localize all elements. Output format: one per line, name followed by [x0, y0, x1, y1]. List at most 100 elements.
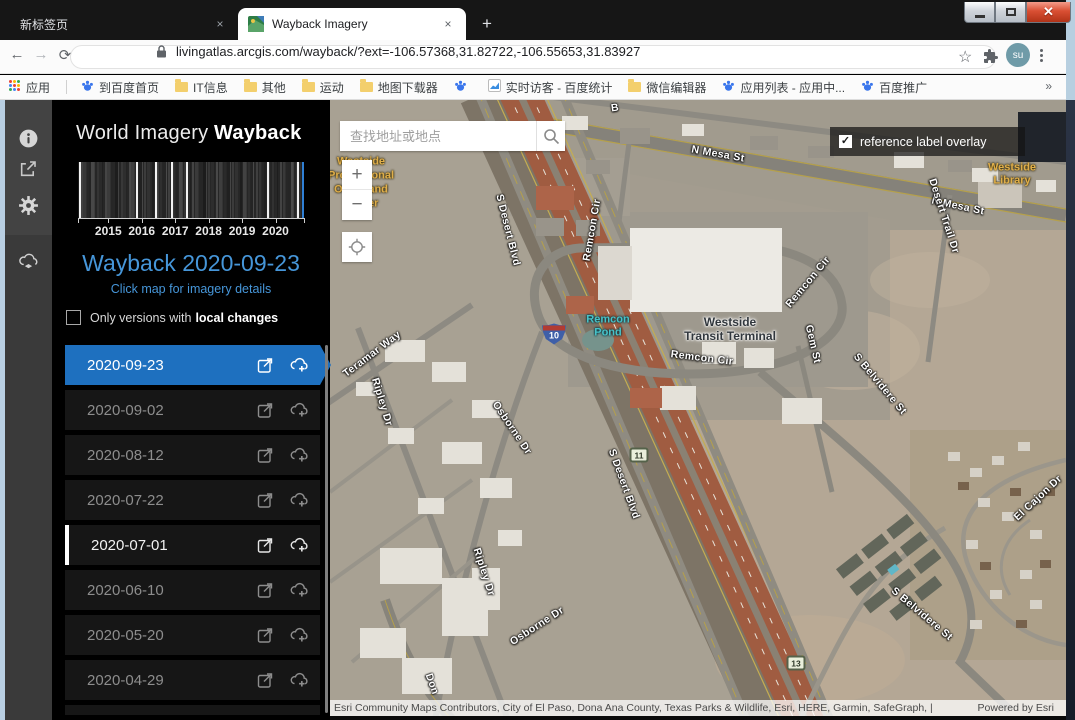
desktop-edge: [0, 100, 5, 720]
version-list-item[interactable]: 2020-06-10: [65, 570, 320, 610]
timeline-version-marker[interactable]: [186, 162, 188, 218]
back-button[interactable]: ←: [6, 46, 28, 63]
street-label: S Belvidere St: [851, 351, 909, 417]
bookmark-item-6[interactable]: 地图下载器: [360, 79, 438, 96]
bookmark-item-9[interactable]: 微信编辑器: [628, 79, 706, 96]
version-date: 2020-07-01: [69, 537, 168, 554]
tab-wayback-imagery[interactable]: Wayback Imagery ×: [238, 8, 466, 40]
profile-avatar[interactable]: su: [1006, 43, 1030, 67]
timeline-active-marker[interactable]: [302, 162, 304, 218]
tab-title: Wayback Imagery: [272, 17, 368, 31]
app-title: World Imagery Wayback: [76, 122, 301, 145]
bookmark-item-7[interactable]: [454, 79, 472, 95]
add-to-map-cloud-icon[interactable]: [289, 356, 308, 375]
timeline-version-marker[interactable]: [267, 162, 269, 218]
interstate-shield-icon: 10: [542, 324, 566, 345]
arcgis-online-cloud-icon[interactable]: [18, 252, 39, 273]
bookmark-label: 微信编辑器: [646, 79, 706, 96]
street-label: El Cajon Dr: [1012, 473, 1065, 523]
add-to-map-cloud-icon[interactable]: [289, 671, 308, 690]
bookmark-item-10[interactable]: 应用列表 - 应用中...: [722, 79, 845, 96]
share-icon[interactable]: [18, 158, 39, 179]
zoom-in-button[interactable]: +: [342, 160, 372, 190]
version-list-item[interactable]: 2020-09-02: [65, 390, 320, 430]
map-canvas[interactable]: N Mesa StN Mesa StWestsideLibraryDesert …: [330, 100, 1066, 720]
bookmark-item-1[interactable]: 应用: [8, 79, 50, 96]
new-tab-button[interactable]: +: [474, 11, 500, 37]
filter-checkbox[interactable]: [66, 310, 81, 325]
version-list-item[interactable]: 2020-08-12: [65, 435, 320, 475]
tab-close-icon[interactable]: ×: [212, 16, 228, 32]
timeline-axis: [78, 218, 304, 219]
overlay-checkbox[interactable]: ✓: [839, 135, 852, 148]
state-route-shield-icon: 13: [787, 656, 806, 671]
street-label: S Belvidere St: [889, 585, 955, 643]
map-search-input[interactable]: [340, 121, 536, 151]
bookmark-item-11[interactable]: 百度推广: [861, 79, 927, 96]
version-list-item[interactable]: 2020-09-23: [65, 345, 320, 385]
version-list-item[interactable]: 2020-04-29: [65, 660, 320, 700]
search-icon[interactable]: [536, 121, 565, 151]
browser-menu-icon[interactable]: [1040, 47, 1044, 64]
timeline-version-marker[interactable]: [79, 162, 81, 218]
timeline-version-marker[interactable]: [297, 162, 299, 218]
version-list-item[interactable]: 2020-05-20: [65, 615, 320, 655]
close-button[interactable]: ✕: [1026, 2, 1071, 23]
add-to-map-cloud-icon[interactable]: [289, 626, 308, 645]
open-item-icon[interactable]: [256, 446, 275, 465]
url-text[interactable]: livingatlas.arcgis.com/wayback/?ext=-106…: [176, 45, 640, 59]
extensions-puzzle-icon[interactable]: [982, 49, 998, 65]
add-to-map-cloud-icon[interactable]: [289, 446, 308, 465]
bookmark-star-icon[interactable]: ☆: [958, 47, 972, 67]
version-date: 2020-06-10: [65, 582, 164, 599]
bookmark-item-4[interactable]: 其他: [244, 79, 286, 96]
street-label: Remcon Cir: [783, 254, 833, 310]
add-to-map-cloud-icon[interactable]: [289, 536, 308, 555]
locate-button[interactable]: [342, 232, 372, 262]
bookmark-item-5[interactable]: 运动: [302, 79, 344, 96]
timeline-version-marker[interactable]: [155, 162, 157, 218]
map-search-box[interactable]: [340, 121, 565, 151]
street-label: N Mesa St: [690, 143, 745, 164]
version-list-item[interactable]: 2020-07-22: [65, 480, 320, 520]
imagery-details-hint[interactable]: Click map for imagery details: [52, 282, 330, 296]
add-to-map-cloud-icon[interactable]: [289, 491, 308, 510]
window-controls: ✕: [964, 2, 1071, 24]
reference-label-overlay-toggle[interactable]: ✓ reference label overlay: [830, 127, 1025, 156]
version-timeline[interactable]: [78, 162, 304, 218]
tab-close-icon[interactable]: ×: [440, 16, 456, 32]
zoom-out-button[interactable]: −: [342, 190, 372, 220]
open-item-icon[interactable]: [256, 401, 275, 420]
open-item-icon[interactable]: [256, 671, 275, 690]
close-icon: ✕: [1043, 4, 1054, 20]
tab-title: 新标签页: [20, 16, 68, 33]
bookmark-item-8[interactable]: 实时访客 - 百度统计: [488, 79, 613, 96]
open-item-icon[interactable]: [256, 356, 275, 375]
minimize-icon: [975, 15, 985, 18]
bookmark-item-2[interactable]: 到百度首页: [81, 79, 159, 96]
timeline-version-marker[interactable]: [171, 162, 173, 218]
bookmark-item-3[interactable]: IT信息: [175, 79, 228, 96]
version-list-item[interactable]: [65, 705, 320, 715]
tab-new-tab-page[interactable]: 新标签页 ×: [10, 8, 238, 40]
forward-button[interactable]: →: [30, 46, 52, 63]
sidebar-scrollbar[interactable]: [325, 345, 328, 713]
local-changes-filter[interactable]: Only versions withlocal changes: [66, 310, 278, 325]
chart-icon: [488, 79, 501, 92]
maximize-button[interactable]: [995, 2, 1026, 23]
minimize-button[interactable]: [964, 2, 995, 23]
open-item-icon[interactable]: [256, 581, 275, 600]
version-list: 2020-09-23 2020-09-02 2020-08-12 2020-07…: [65, 345, 320, 715]
add-to-map-cloud-icon[interactable]: [289, 581, 308, 600]
timeline-year-label: 2015: [95, 224, 122, 238]
open-item-icon[interactable]: [256, 491, 275, 510]
add-to-map-cloud-icon[interactable]: [289, 401, 308, 420]
settings-gear-icon[interactable]: [18, 195, 39, 216]
info-icon[interactable]: [18, 128, 39, 149]
open-item-icon[interactable]: [256, 536, 275, 555]
version-list-item[interactable]: 2020-07-01: [65, 525, 320, 565]
open-item-icon[interactable]: [256, 626, 275, 645]
bookmarks-overflow-chevron[interactable]: »: [1045, 79, 1052, 93]
timeline-version-marker[interactable]: [136, 162, 138, 218]
folder-icon: [360, 82, 373, 92]
